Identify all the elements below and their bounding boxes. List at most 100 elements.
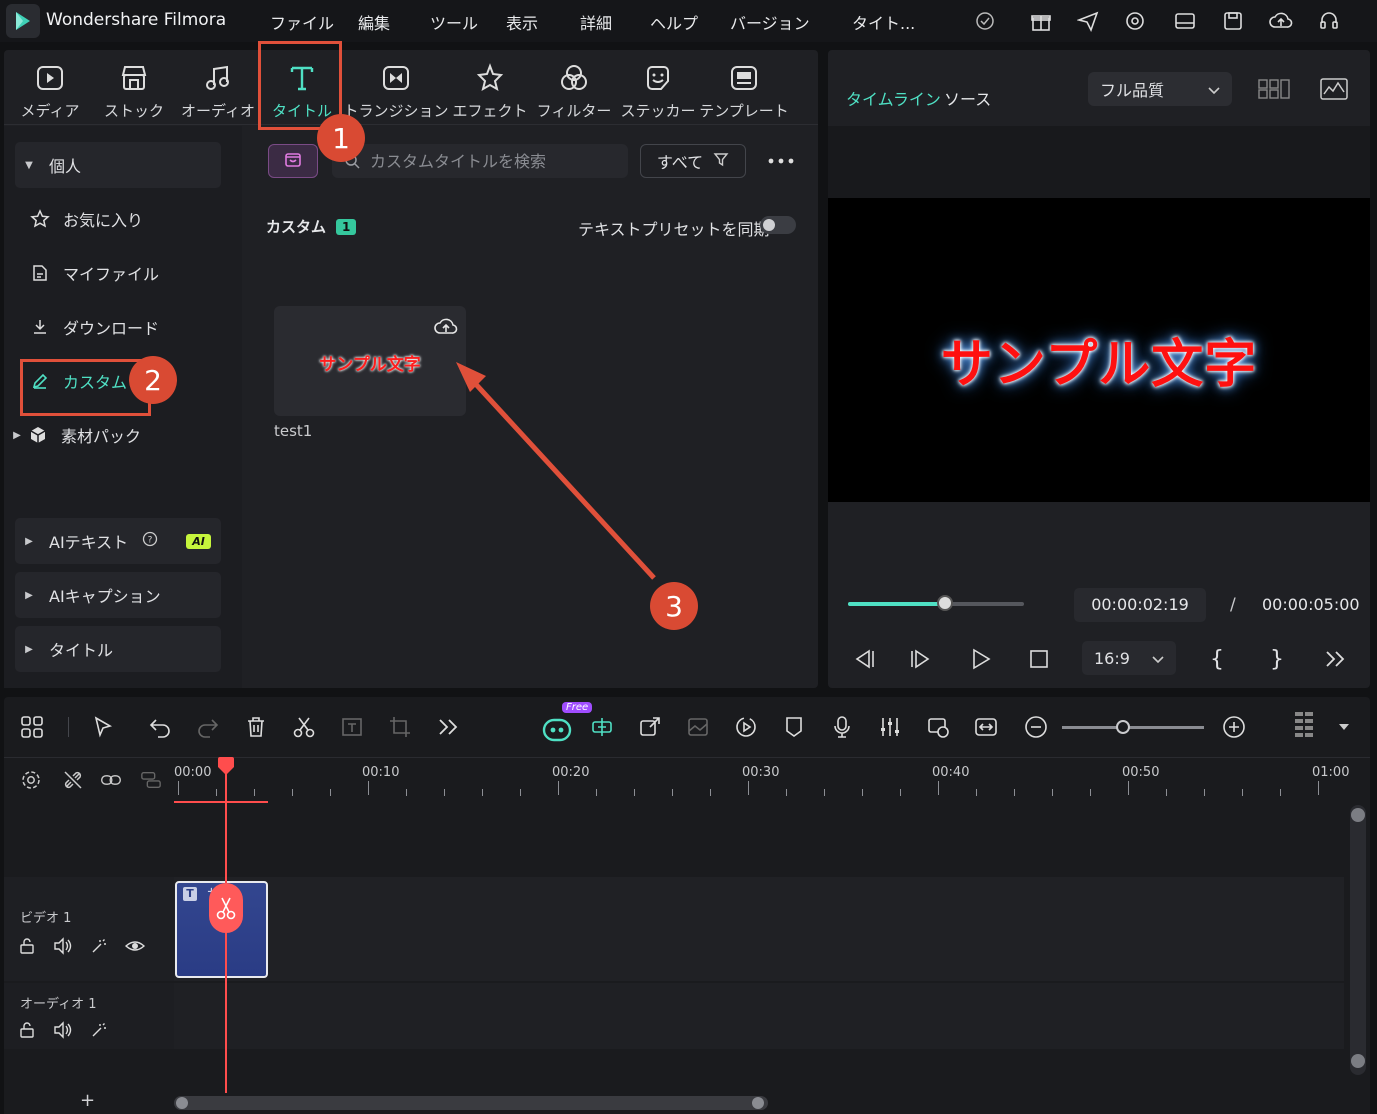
timeline-ruler[interactable]: 00:00 00:10 00:20 00:30 00:40 00:50 01:0… — [174, 761, 1350, 801]
zoom-slider-handle[interactable] — [1116, 720, 1130, 734]
tab-media[interactable]: メディア — [8, 58, 92, 128]
menu-version[interactable]: バージョン — [730, 10, 810, 34]
more-controls-icon[interactable] — [1320, 644, 1350, 674]
current-time[interactable]: 00:00:02:19 — [1074, 588, 1206, 622]
tab-effects[interactable]: エフェクト — [448, 58, 532, 128]
export-clip-icon[interactable] — [636, 713, 664, 741]
sidebar-group-titles[interactable]: ▶ タイトル — [15, 626, 221, 672]
menu-tools[interactable]: ツール — [430, 10, 478, 34]
sidebar-group-ai-text[interactable]: ▶ AIテキスト ? AI — [15, 518, 221, 564]
search-input[interactable] — [370, 151, 610, 171]
settings-icon[interactable] — [20, 769, 42, 791]
volume-icon[interactable] — [52, 1019, 74, 1041]
preview-canvas[interactable]: サンプル文字 — [828, 198, 1370, 502]
mark-out-button[interactable]: } — [1262, 644, 1292, 674]
tab-source[interactable]: ソース — [944, 86, 991, 110]
horizontal-scrollbar[interactable] — [174, 1096, 768, 1110]
playhead-handle[interactable] — [217, 757, 235, 781]
crop-icon[interactable] — [386, 713, 414, 741]
sidebar-item-my-files[interactable]: マイファイル — [15, 250, 221, 296]
tab-stock[interactable]: ストック — [92, 58, 176, 128]
help-icon[interactable]: ? — [142, 531, 158, 551]
layout-grid-icon[interactable] — [18, 713, 46, 741]
gift-icon[interactable] — [1028, 8, 1054, 34]
menu-advanced[interactable]: 詳細 — [580, 10, 612, 34]
stop-icon[interactable] — [1024, 644, 1054, 674]
previous-frame-icon[interactable] — [848, 644, 878, 674]
next-frame-icon[interactable] — [906, 644, 936, 674]
scroll-handle-right[interactable] — [752, 1097, 764, 1109]
auto-sync-icon[interactable] — [924, 713, 952, 741]
playback-progress-slider[interactable] — [848, 595, 1024, 611]
tab-stickers[interactable]: ステッカー — [616, 58, 700, 128]
unlink-icon[interactable] — [62, 769, 84, 791]
scroll-handle-left[interactable] — [176, 1097, 188, 1109]
zoom-slider[interactable] — [1062, 726, 1204, 729]
menu-view[interactable]: 表示 — [506, 10, 538, 34]
tab-transitions[interactable]: トランジション — [344, 58, 449, 128]
lock-icon[interactable] — [16, 935, 38, 957]
undo-icon[interactable] — [146, 713, 174, 741]
more-options-icon[interactable] — [764, 148, 798, 174]
send-feedback-icon[interactable] — [1075, 8, 1101, 34]
zoom-in-icon[interactable] — [1220, 713, 1248, 741]
zoom-out-icon[interactable] — [1022, 713, 1050, 741]
store-button[interactable] — [268, 144, 318, 178]
cloud-upload-icon[interactable] — [1268, 8, 1294, 34]
eye-icon[interactable] — [124, 935, 146, 957]
sidebar-item-favorites[interactable]: お気に入り — [15, 196, 221, 242]
microphone-icon[interactable] — [828, 713, 856, 741]
support-icon[interactable] — [1122, 8, 1148, 34]
volume-icon[interactable] — [52, 935, 74, 957]
lock-icon[interactable] — [16, 1019, 38, 1041]
mark-in-button[interactable]: { — [1202, 644, 1232, 674]
redo-icon[interactable] — [194, 713, 222, 741]
menu-edit[interactable]: 編集 — [358, 10, 390, 34]
sidebar-group-personal[interactable]: ▼ 個人 — [15, 142, 221, 188]
marker-icon[interactable] — [780, 713, 808, 741]
tab-filters[interactable]: フィルター — [532, 58, 616, 128]
quality-select[interactable]: フル品質 — [1088, 72, 1232, 106]
filter-button[interactable]: すべて — [640, 144, 746, 178]
magic-wand-icon[interactable] — [88, 935, 110, 957]
tab-templates[interactable]: テンプレート — [699, 58, 789, 128]
scroll-handle-top[interactable] — [1351, 808, 1365, 822]
magic-wand-icon[interactable] — [88, 1019, 110, 1041]
tab-audio[interactable]: オーディオ — [176, 58, 260, 128]
sidebar-group-ai-caption[interactable]: ▶ AIキャプション — [15, 572, 221, 618]
layout-icon[interactable] — [1172, 8, 1198, 34]
scroll-handle-bottom[interactable] — [1351, 1054, 1365, 1068]
select-cursor-icon[interactable] — [90, 713, 118, 741]
link-icon[interactable] — [100, 769, 122, 791]
audio-track[interactable] — [4, 983, 1344, 1049]
ai-smart-cut-icon[interactable] — [588, 713, 616, 741]
menu-help[interactable]: ヘルプ — [650, 10, 698, 34]
dropdown-triangle-icon[interactable] — [1330, 713, 1358, 741]
cloud-upload-icon[interactable] — [434, 316, 458, 342]
sidebar-item-downloads[interactable]: ダウンロード — [15, 304, 221, 350]
aspect-ratio-select[interactable]: 16:9 — [1082, 641, 1176, 675]
save-icon[interactable] — [1220, 8, 1246, 34]
speed-icon[interactable] — [732, 713, 760, 741]
image-edit-icon[interactable] — [684, 713, 712, 741]
headset-icon[interactable] — [1316, 8, 1342, 34]
tab-timeline[interactable]: タイムライン — [846, 86, 941, 110]
split-scissors-icon[interactable] — [209, 883, 243, 933]
track-layout-icon[interactable] — [140, 769, 162, 791]
progress-handle[interactable] — [936, 595, 953, 611]
fit-timeline-icon[interactable] — [972, 713, 1000, 741]
text-edit-icon[interactable] — [338, 713, 366, 741]
split-scissors-icon[interactable] — [290, 713, 318, 741]
vertical-scrollbar[interactable] — [1350, 805, 1366, 1075]
delete-icon[interactable] — [242, 713, 270, 741]
waveform-monitor-icon[interactable] — [1320, 78, 1348, 104]
track-height-icon[interactable] — [1290, 712, 1318, 741]
audio-mixer-icon[interactable] — [876, 713, 904, 741]
play-icon[interactable] — [966, 644, 996, 674]
title-card[interactable]: サンプル文字 — [274, 306, 466, 416]
sync-presets-toggle[interactable] — [760, 216, 796, 234]
ai-copilot-icon[interactable] — [540, 713, 574, 742]
search-box[interactable] — [332, 144, 628, 178]
grid-view-icon[interactable] — [1258, 78, 1290, 104]
menu-file[interactable]: ファイル — [270, 10, 334, 34]
